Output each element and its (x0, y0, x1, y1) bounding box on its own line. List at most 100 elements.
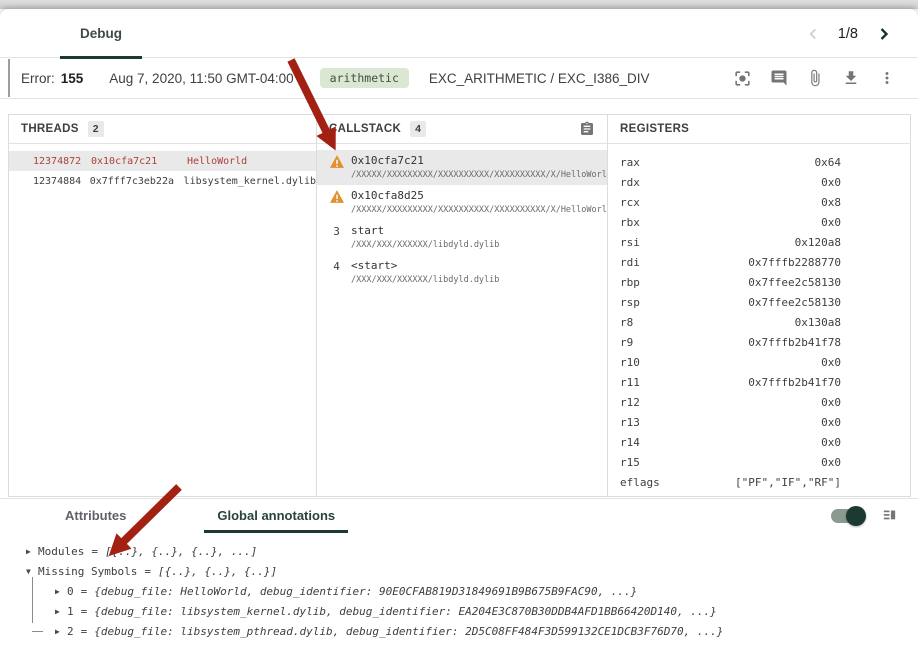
tab-global-annotations-label: Global annotations (217, 508, 335, 523)
callstack-panel: CALLSTACK 4 0x10cfa7c21 /XXXXX/XXXXXXXXX… (316, 114, 608, 497)
thread-module: HelloWorld (187, 156, 247, 167)
error-id: 155 (61, 71, 84, 86)
expander-icon[interactable]: ▼ (26, 567, 38, 576)
thread-address: 0x7fff7c3eb22a (90, 176, 184, 187)
annotation-key: 0 (67, 585, 74, 598)
annotation-row-modules[interactable]: ▶ Modules = [{..}, {..}, {..}, ...] (26, 541, 918, 561)
register-row: r100x0 (608, 352, 910, 372)
bottom-bar-controls (831, 507, 898, 524)
tab-debug[interactable]: Debug (60, 9, 142, 58)
center-focus-icon[interactable] (733, 69, 752, 88)
thread-module: libsystem_kernel.dylib (184, 176, 316, 187)
download-icon[interactable] (842, 69, 860, 87)
tab-attributes-label: Attributes (65, 508, 126, 523)
frame-path: /XXX/XXX/XXXXXX/libdyld.dylib (351, 240, 499, 250)
frame-path: /XXXXX/XXXXXXXXX/XXXXXXXXXX/XXXXXXXXXX/X… (351, 170, 612, 180)
registers-list: rax0x64 rdx0x0 rcx0x8 rbx0x0 rsi0x120a8 … (608, 144, 910, 492)
callstack-frame[interactable]: 0x10cfa8d25 /XXXXX/XXXXXXXXX/XXXXXXXXXX/… (317, 185, 607, 220)
register-row: rbp0x7ffee2c58130 (608, 272, 910, 292)
annotation-value: {debug_file: libsystem_pthread.dylib, de… (94, 625, 723, 638)
callstack-title: CALLSTACK (329, 123, 401, 135)
page-indicator: 1/8 (838, 26, 858, 42)
annotation-row-symbol-2[interactable]: ▶ 2 = {debug_file: libsystem_pthread.dyl… (55, 621, 918, 641)
annotation-row-missing-symbols[interactable]: ▼ Missing Symbols = [{..}, {..}, {..}] (26, 561, 918, 581)
annotation-value: {debug_file: HelloWorld, debug_identifie… (94, 585, 637, 598)
registers-header: REGISTERS (608, 115, 910, 144)
expander-icon[interactable]: ▶ (55, 587, 67, 596)
register-row: r140x0 (608, 432, 910, 452)
frame-title: 0x10cfa7c21 (351, 154, 612, 167)
callstack-frame[interactable]: 0x10cfa7c21 /XXXXX/XXXXXXXXX/XXXXXXXXXX/… (317, 150, 607, 185)
tab-attributes[interactable]: Attributes (52, 499, 139, 533)
register-row: rbx0x0 (608, 212, 910, 232)
register-row: rax0x64 (608, 152, 910, 172)
error-timestamp: Aug 7, 2020, 11:50 GMT-04:00 (109, 71, 293, 86)
frame-title: 0x10cfa8d25 (351, 189, 612, 202)
comment-icon[interactable] (770, 69, 788, 87)
register-row: r120x0 (608, 392, 910, 412)
register-row: eflags["PF","IF","RF"] (608, 472, 910, 492)
register-row: rdx0x0 (608, 172, 910, 192)
tab-global-annotations[interactable]: Global annotations (204, 499, 348, 533)
clipboard-icon[interactable] (579, 121, 595, 137)
annotation-value: [{..}, {..}, {..}, ...] (105, 545, 257, 558)
callstack-frame[interactable]: 3 start /XXX/XXX/XXXXXX/libdyld.dylib (317, 220, 607, 255)
more-options-icon[interactable] (878, 69, 896, 87)
next-page-icon[interactable] (874, 24, 894, 44)
register-row: r80x130a8 (608, 312, 910, 332)
expander-icon[interactable]: ▶ (26, 547, 38, 556)
thread-row[interactable]: 12374872 0x10cfa7c21 HelloWorld (9, 151, 316, 171)
register-row: r110x7fffb2b41f70 (608, 372, 910, 392)
frame-index: 4 (329, 259, 344, 285)
callstack-header: CALLSTACK 4 (317, 115, 607, 144)
annotation-key: Modules (38, 545, 84, 558)
error-bar-actions (733, 69, 896, 88)
register-row: rsp0x7ffee2c58130 (608, 292, 910, 312)
thread-row[interactable]: 12374884 0x7fff7c3eb22a libsystem_kernel… (9, 171, 316, 191)
callstack-list: 0x10cfa7c21 /XXXXX/XXXXXXXXX/XXXXXXXXXX/… (317, 144, 607, 290)
error-summary-bar: Error: 155 Aug 7, 2020, 11:50 GMT-04:00 … (0, 58, 918, 99)
annotation-row-symbol-1[interactable]: ▶ 1 = {debug_file: libsystem_kernel.dyli… (55, 601, 918, 621)
global-annotations-panel: ▶ Modules = [{..}, {..}, {..}, ...] ▼ Mi… (0, 532, 918, 653)
threads-panel: THREADS 2 12374872 0x10cfa7c21 HelloWorl… (8, 114, 317, 497)
annotations-toggle-thumb (846, 506, 866, 526)
frame-index: 3 (329, 224, 344, 250)
thread-id: 12374872 (33, 156, 91, 167)
threads-header: THREADS 2 (9, 115, 316, 144)
expander-icon[interactable]: ▶ (55, 607, 67, 616)
annotation-row-symbol-0[interactable]: ▶ 0 = {debug_file: HelloWorld, debug_ide… (55, 581, 918, 601)
thread-address: 0x10cfa7c21 (91, 156, 187, 167)
error-tag-chip[interactable]: arithmetic (320, 68, 409, 88)
threads-list: 12374872 0x10cfa7c21 HelloWorld 12374884… (9, 144, 316, 191)
annotation-value: [{..}, {..}, {..}] (158, 565, 277, 578)
expander-icon[interactable]: ▶ (55, 627, 67, 636)
annotations-toggle[interactable] (831, 509, 863, 523)
register-row: r130x0 (608, 412, 910, 432)
bottom-tab-bar: Attributes Global annotations (0, 498, 918, 532)
register-row: r90x7fffb2b41f78 (608, 332, 910, 352)
prev-page-icon[interactable] (804, 25, 822, 43)
frame-title: start (351, 224, 499, 237)
top-tab-bar: Debug 1/8 (0, 9, 918, 58)
error-label: Error: (21, 71, 55, 86)
tab-debug-label: Debug (80, 26, 122, 41)
annotation-key: Missing Symbols (38, 565, 137, 578)
window-top-strip (0, 0, 918, 9)
register-row: r150x0 (608, 452, 910, 472)
register-row: rcx0x8 (608, 192, 910, 212)
error-exception-text: EXC_ARITHMETIC / EXC_I386_DIV (429, 71, 650, 86)
annotation-value: {debug_file: libsystem_kernel.dylib, deb… (94, 605, 717, 618)
registers-panel: REGISTERS rax0x64 rdx0x0 rcx0x8 rbx0x0 r… (607, 114, 911, 497)
frame-path: /XXXXX/XXXXXXXXX/XXXXXXXXXX/XXXXXXXXXX/X… (351, 205, 612, 215)
layout-toggle-icon[interactable] (881, 507, 898, 524)
thread-id: 12374884 (33, 176, 90, 187)
frame-title: <start> (351, 259, 499, 272)
warning-icon (329, 154, 344, 180)
debugger-card: Debug 1/8 Error: 155 Aug 7, 2020, 11:50 … (0, 9, 918, 653)
callstack-frame[interactable]: 4 <start> /XXX/XXX/XXXXXX/libdyld.dylib (317, 255, 607, 290)
attachment-icon[interactable] (806, 69, 824, 87)
panels-row: THREADS 2 12374872 0x10cfa7c21 HelloWorl… (8, 114, 911, 497)
register-row: rsi0x120a8 (608, 232, 910, 252)
annotation-key: 1 (67, 605, 74, 618)
frame-path: /XXX/XXX/XXXXXX/libdyld.dylib (351, 275, 499, 285)
